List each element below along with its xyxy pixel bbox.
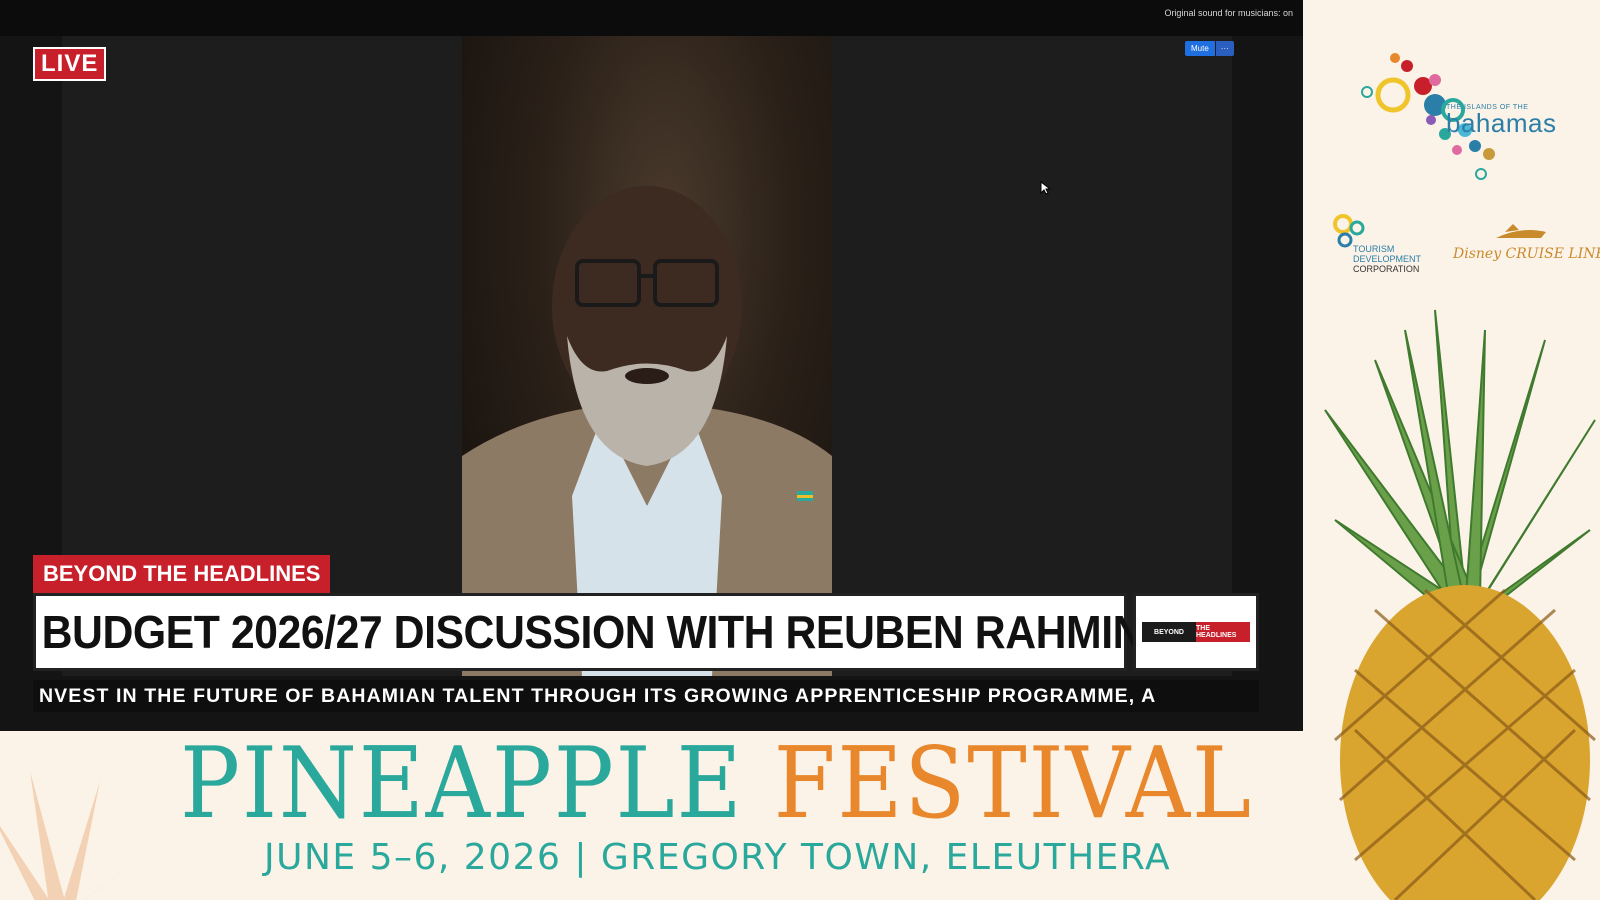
festival-title-word1: PINEAPPLE — [180, 731, 744, 841]
original-sound-indicator[interactable]: Original sound for musicians: on — [1164, 8, 1293, 18]
mute-button[interactable]: Mute — [1185, 41, 1215, 56]
pineapple-illustration — [1324, 309, 1596, 900]
live-badge: LIVE — [33, 47, 107, 81]
festival-banner: PINEAPPLE FESTIVAL JUNE 5–6, 2026 | GREG… — [0, 731, 1303, 900]
disney-cruise-logo: Disney CRUISE LINE — [1453, 222, 1600, 274]
show-logo-right: THE HEADLINES — [1196, 622, 1250, 642]
mouse-cursor-icon — [1040, 181, 1050, 195]
tdc-text: TOURISM DEVELOPMENT CORPORATION — [1353, 244, 1421, 274]
tdc-line3: CORPORATION — [1353, 264, 1420, 274]
ship-icon — [1496, 224, 1546, 238]
tdc-line2: DEVELOPMENT — [1353, 254, 1422, 264]
meeting-controls: Mute ··· — [1185, 41, 1234, 56]
show-logo: BEYOND THE HEADLINES — [1133, 593, 1259, 671]
more-options-button[interactable]: ··· — [1215, 41, 1234, 56]
meeting-top-bar: Original sound for musicians: on — [0, 0, 1303, 36]
show-logo-graphic: BEYOND THE HEADLINES — [1142, 622, 1250, 642]
lower-third-headline: BUDGET 2026/27 DISCUSSION WITH REUBEN RA… — [33, 593, 1177, 671]
video-feed: Original sound for musicians: on LIVE Mu… — [0, 0, 1303, 731]
festival-title: PINEAPPLE FESTIVAL — [180, 731, 1253, 837]
bahamas-logo: THE ISLANDS OF THE bahamas — [1333, 50, 1583, 190]
speaker-portrait — [462, 186, 832, 676]
festival-date-location: JUNE 5–6, 2026 | GREGORY TOWN, ELEUTHERA — [264, 837, 1172, 878]
lower-third-kicker: BEYOND THE HEADLINES — [33, 555, 331, 593]
show-logo-left: BEYOND — [1142, 622, 1196, 642]
bahamas-wordmark: bahamas — [1446, 108, 1557, 138]
disney-wordmark: Disney CRUISE LINE — [1453, 246, 1600, 262]
headline-text: BUDGET 2026/27 DISCUSSION WITH REUBEN RA… — [41, 606, 1177, 658]
festival-title-word2: FESTIVAL — [773, 731, 1253, 841]
sponsor-panel: THE ISLANDS OF THE bahamas TOURISM DEVEL… — [1303, 0, 1600, 900]
tdc-logo: TOURISM DEVELOPMENT CORPORATION — [1333, 214, 1443, 278]
speaker-video — [462, 36, 832, 676]
news-ticker: NVEST IN THE FUTURE OF BAHAMIAN TALENT T… — [33, 680, 1259, 712]
leaf-decoration-icon — [0, 771, 160, 900]
tdc-mark-icon — [1333, 214, 1365, 248]
tdc-line1: TOURISM — [1353, 244, 1395, 254]
video-pane-right — [832, 36, 1232, 676]
